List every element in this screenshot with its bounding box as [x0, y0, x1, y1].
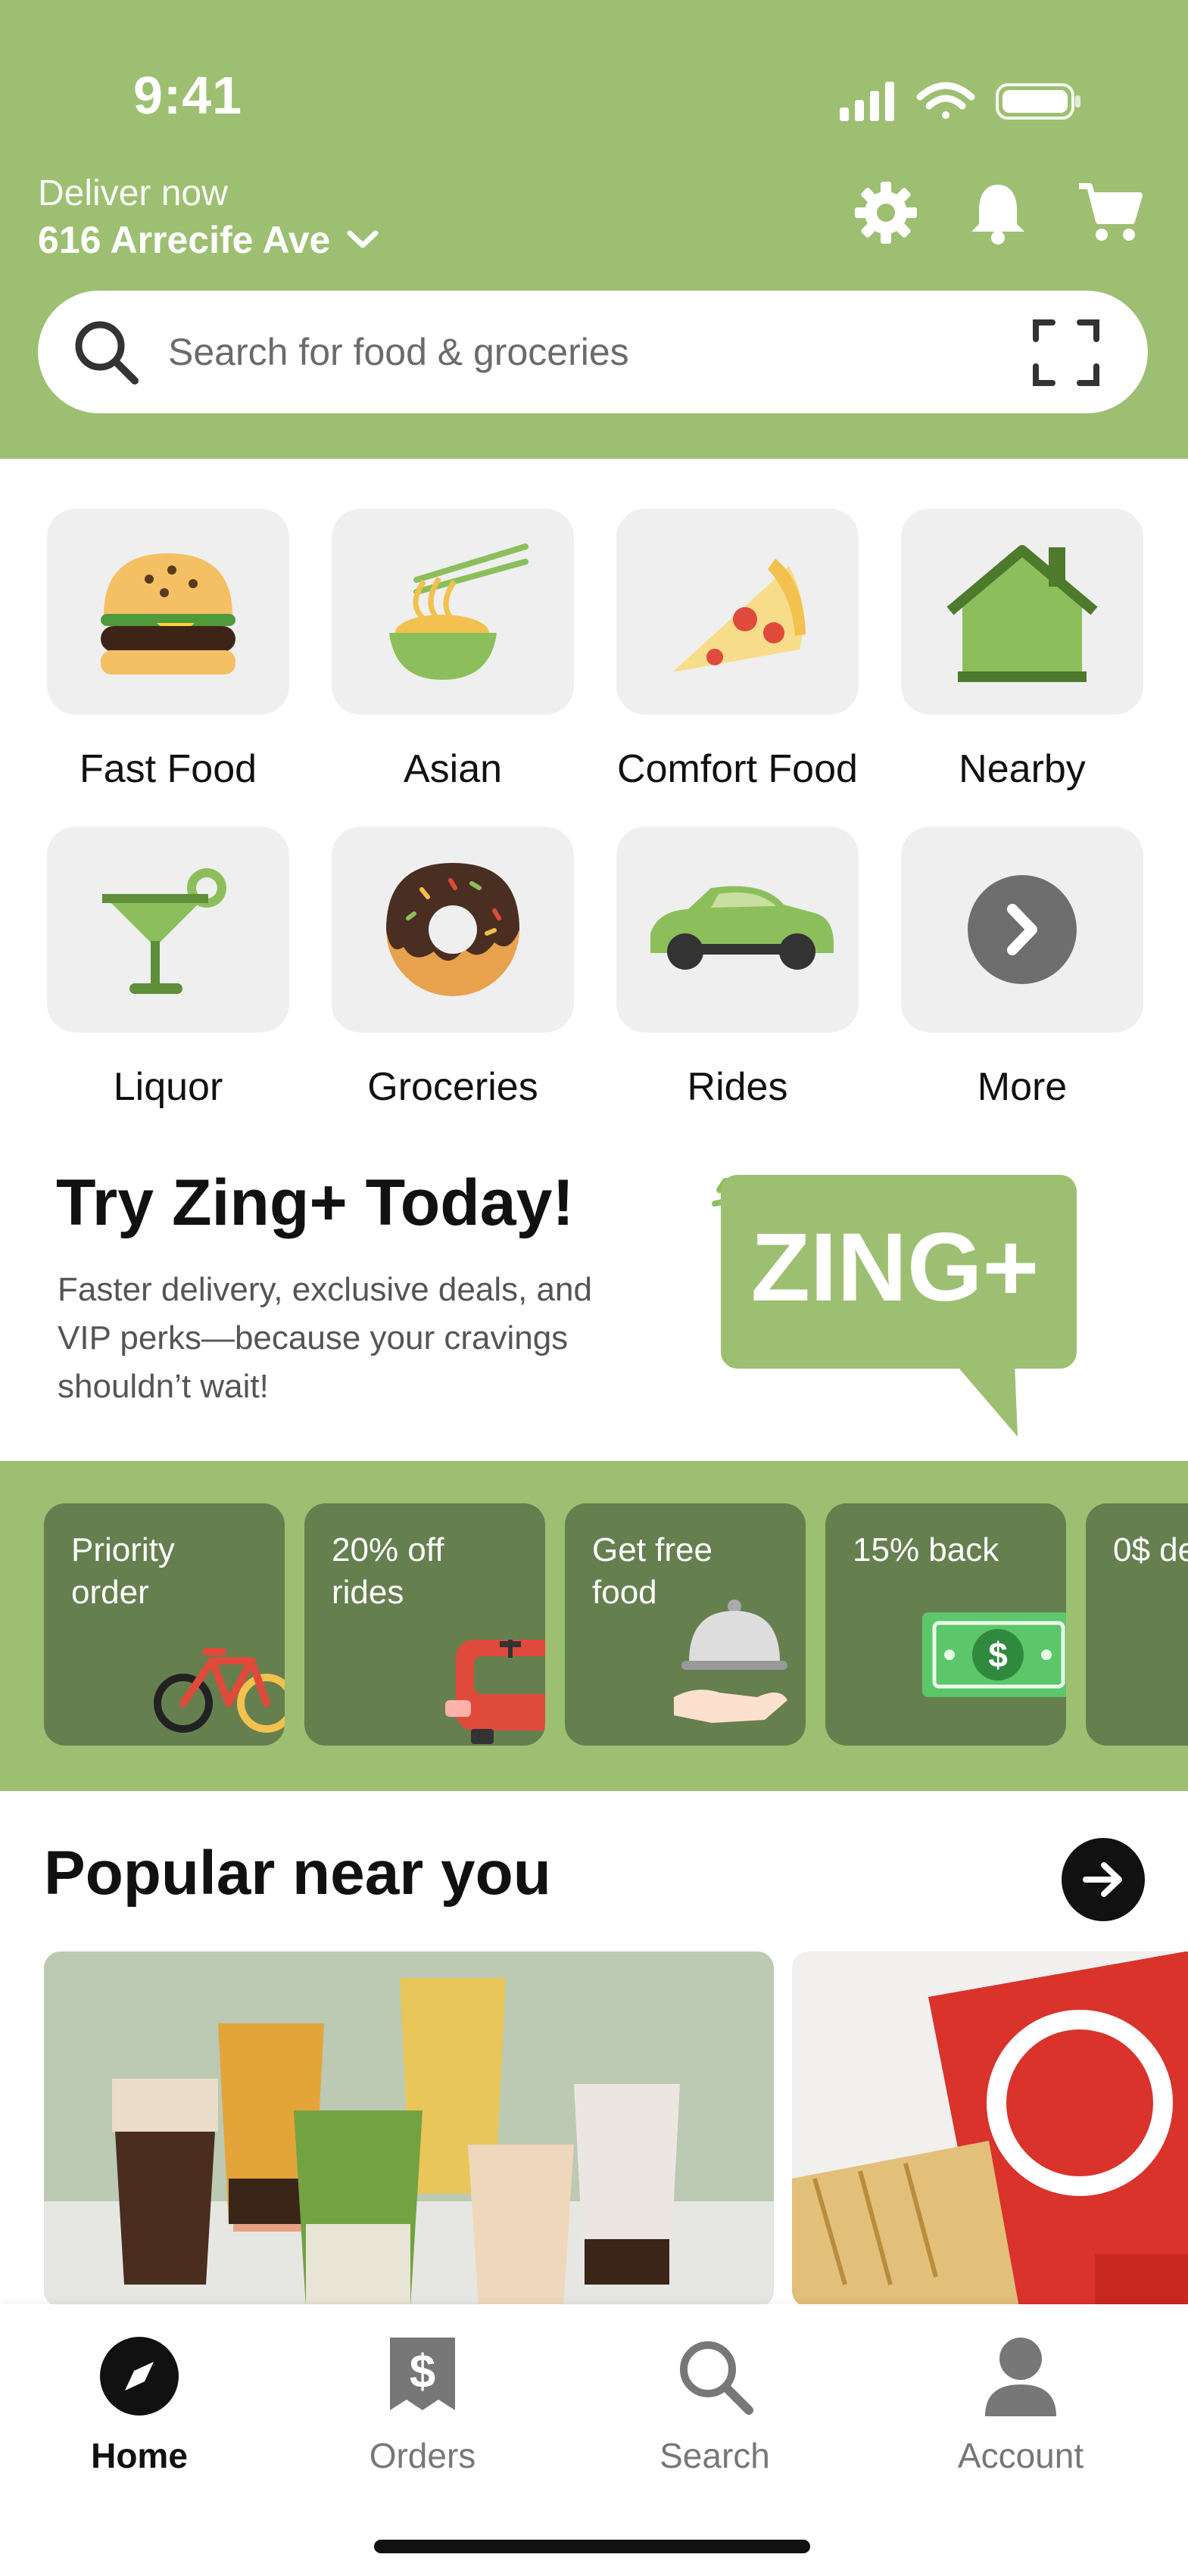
car-icon	[650, 886, 834, 970]
home-indicator[interactable]	[374, 2540, 810, 2553]
category-tile	[616, 509, 859, 715]
promo-description: Faster delivery, exclusive deals, and VI…	[58, 1271, 592, 1405]
perk-label: 15% back	[853, 1531, 999, 1568]
category-label: Fast Food	[79, 747, 257, 791]
car-icon	[445, 1640, 545, 1744]
category-fast-food[interactable]: Fast Food	[47, 509, 289, 792]
nav-account[interactable]: Account	[907, 2335, 1134, 2476]
category-tile	[47, 827, 289, 1033]
perk-card[interactable]: 0$ de	[1086, 1503, 1188, 1746]
category-label: Comfort Food	[617, 747, 858, 791]
nav-label: Home	[91, 2436, 188, 2475]
pizza-icon	[672, 559, 806, 672]
category-tile	[47, 509, 289, 715]
category-liquor[interactable]: Liquor	[47, 827, 289, 1110]
cloche-icon	[674, 1599, 787, 1723]
address-text: 616 Arrecife Ave	[38, 219, 331, 261]
promo-title: Try Zing+ Today!	[56, 1167, 575, 1239]
category-label: Asian	[403, 747, 503, 791]
status-icons	[840, 82, 1080, 121]
scan-icon[interactable]	[1030, 316, 1102, 389]
house-icon	[946, 545, 1098, 682]
category-asian[interactable]: Asian	[332, 509, 574, 792]
zing-badge-text: ZING+	[751, 1213, 1040, 1322]
nav-home[interactable]: Home	[26, 2335, 253, 2476]
category-tile	[332, 827, 574, 1033]
chevron-right-icon	[968, 875, 1077, 984]
perks-carousel[interactable]: Priority order 20% off rides Get free fo…	[0, 1461, 1188, 1791]
category-rides[interactable]: Rides	[616, 827, 859, 1110]
category-label: Rides	[687, 1065, 788, 1109]
compass-icon	[100, 2337, 179, 2416]
receipt-icon: $	[390, 2338, 455, 2410]
wifi-icon	[916, 82, 975, 119]
see-all-button[interactable]	[1062, 1838, 1145, 1921]
perk-card[interactable]: Get free food	[565, 1503, 806, 1746]
zing-plus-badge[interactable]: ZING+	[689, 1151, 1083, 1438]
search-placeholder: Search for food & groceries	[168, 331, 629, 373]
perk-card[interactable]: Priority order	[44, 1503, 285, 1746]
perk-card[interactable]: 15% back $	[825, 1503, 1066, 1746]
svg-text:$: $	[988, 1635, 1008, 1674]
category-tile	[901, 509, 1143, 715]
restaurant-card[interactable]	[44, 1951, 774, 2307]
search-icon	[75, 321, 139, 385]
cocktail-icon	[102, 868, 226, 994]
perk-label: 20% off rides	[332, 1531, 444, 1611]
bell-icon[interactable]	[964, 179, 1032, 247]
category-label: More	[977, 1065, 1068, 1109]
nav-label: Orders	[369, 2436, 476, 2475]
donut-icon	[386, 863, 519, 996]
nav-label: Account	[957, 2436, 1084, 2475]
category-groceries[interactable]: Groceries	[332, 827, 574, 1110]
perk-card[interactable]: 20% off rides	[304, 1503, 545, 1746]
arrow-right-icon	[1083, 1862, 1122, 1897]
deliver-label: Deliver now	[38, 173, 228, 213]
restaurant-image	[44, 1951, 774, 2307]
header-actions	[852, 179, 1144, 247]
section-title-popular: Popular near you	[44, 1839, 551, 1908]
status-time: 9:41	[133, 66, 243, 125]
category-comfort-food[interactable]: Comfort Food	[616, 509, 859, 792]
category-label: Groceries	[367, 1065, 538, 1109]
chevron-down-icon	[347, 230, 379, 248]
cart-icon[interactable]	[1076, 179, 1144, 247]
category-label: Nearby	[959, 747, 1086, 791]
gear-icon[interactable]	[852, 179, 920, 247]
svg-text:$: $	[410, 2346, 435, 2398]
perk-label: 0$ de	[1113, 1531, 1188, 1568]
category-label: Liquor	[113, 1065, 223, 1109]
person-icon	[985, 2338, 1056, 2416]
perk-label: Priority order	[71, 1531, 175, 1611]
address-selector[interactable]: 616 Arrecife Ave	[38, 218, 380, 262]
nav-search[interactable]: Search	[601, 2335, 828, 2476]
signal-icon	[840, 82, 894, 121]
dollar-bill-icon: $	[922, 1612, 1066, 1697]
battery-icon	[996, 83, 1080, 120]
noodles-icon	[389, 544, 529, 680]
category-tile	[616, 827, 859, 1033]
burger-icon	[101, 553, 235, 674]
category-tile	[901, 827, 1143, 1033]
search-bar[interactable]: Search for food & groceries	[38, 291, 1148, 413]
category-more[interactable]: More	[901, 827, 1143, 1110]
search-icon	[680, 2341, 753, 2415]
category-nearby[interactable]: Nearby	[901, 509, 1143, 792]
nav-orders[interactable]: $ Orders	[309, 2335, 536, 2476]
nav-label: Search	[659, 2436, 770, 2475]
bicycle-icon	[154, 1648, 285, 1733]
restaurant-card[interactable]	[792, 1951, 1188, 2307]
category-tile	[332, 509, 574, 715]
restaurant-image	[792, 1951, 1188, 2307]
